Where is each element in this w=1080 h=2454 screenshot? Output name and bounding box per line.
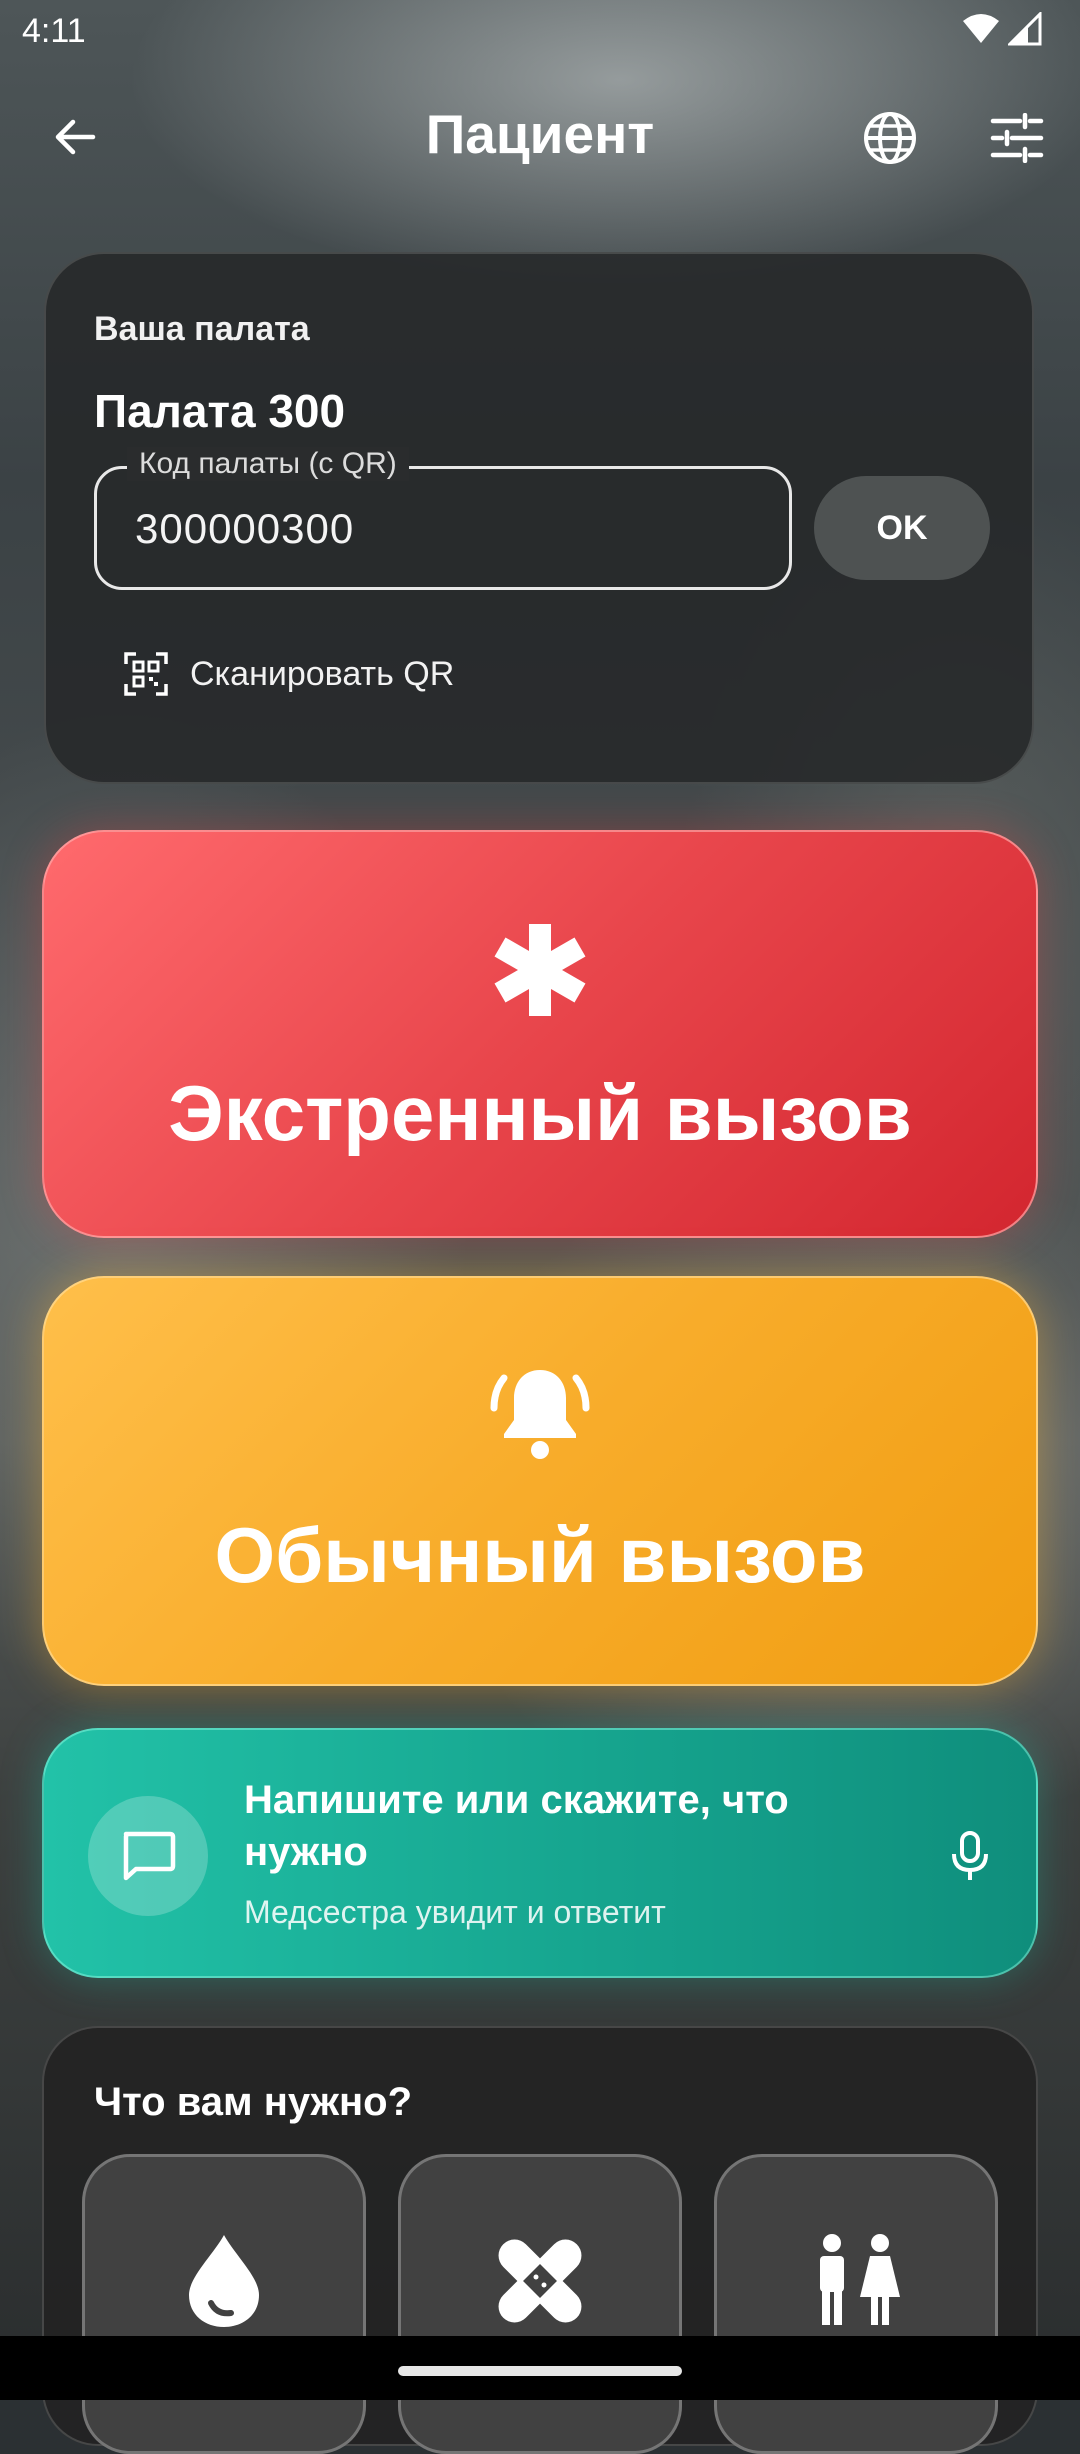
- room-caption: Ваша палата: [94, 310, 310, 348]
- language-button[interactable]: [858, 106, 922, 170]
- asterisk-icon-wrap: [44, 920, 1036, 1020]
- qr-scan-icon: [124, 652, 168, 696]
- bell-icon-wrap: [44, 1358, 1036, 1470]
- room-name: Палата 300: [94, 385, 346, 437]
- message-title: Напишите или скажите, что нужно: [244, 1778, 789, 1874]
- need-water-button[interactable]: [82, 2154, 366, 2454]
- navigation-bar: [0, 2336, 1080, 2400]
- status-bar: 4:11: [0, 0, 1080, 64]
- emergency-call-button[interactable]: Экстренный вызов: [42, 830, 1038, 1238]
- room-card: Ваша палата Палата 300 Код палаты (с QR)…: [44, 252, 1034, 784]
- regular-call-label: Обычный вызов: [214, 1511, 866, 1599]
- scan-qr-button[interactable]: Сканировать QR: [124, 652, 454, 696]
- needs-title: Что вам нужно?: [94, 2080, 413, 2124]
- asterisk-icon: [494, 924, 586, 1016]
- room-code-field[interactable]: Код палаты (с QR) 300000300: [94, 447, 792, 590]
- microphone-button[interactable]: [940, 1826, 1000, 1886]
- restroom-icon: [820, 2234, 900, 2325]
- settings-button[interactable]: [985, 106, 1049, 170]
- scan-qr-label: Сканировать QR: [190, 654, 455, 693]
- globe-icon: [864, 112, 916, 164]
- home-gesture-handle[interactable]: [398, 2366, 682, 2376]
- bell-ring-icon: [490, 1370, 590, 1459]
- cell-signal-icon: [1008, 12, 1042, 46]
- chat-icon-circle: [88, 1796, 208, 1916]
- need-bandage-button[interactable]: [398, 2154, 682, 2454]
- status-icons: [962, 12, 1042, 46]
- room-code-value: 300000300: [135, 505, 355, 552]
- status-time: 4:11: [22, 12, 86, 50]
- tune-icon: [990, 113, 1044, 163]
- bandage-icon: [498, 2239, 582, 2323]
- chat-icon: [123, 1831, 176, 1881]
- regular-call-button[interactable]: Обычный вызов: [42, 1276, 1038, 1686]
- room-code-label: Код палаты (с QR): [127, 447, 409, 481]
- message-nurse-card[interactable]: Напишите или скажите, что нужно Медсестр…: [42, 1728, 1038, 1978]
- water-drop-icon: [189, 2235, 259, 2327]
- wifi-icon: [963, 14, 999, 43]
- ok-button[interactable]: OK: [814, 476, 990, 580]
- emergency-call-label: Экстренный вызов: [168, 1069, 912, 1157]
- message-subtitle: Медсестра увидит и ответит: [244, 1894, 666, 1930]
- microphone-icon: [952, 1831, 988, 1880]
- app-bar: Пациент: [0, 90, 1080, 184]
- need-restroom-button[interactable]: [714, 2154, 998, 2454]
